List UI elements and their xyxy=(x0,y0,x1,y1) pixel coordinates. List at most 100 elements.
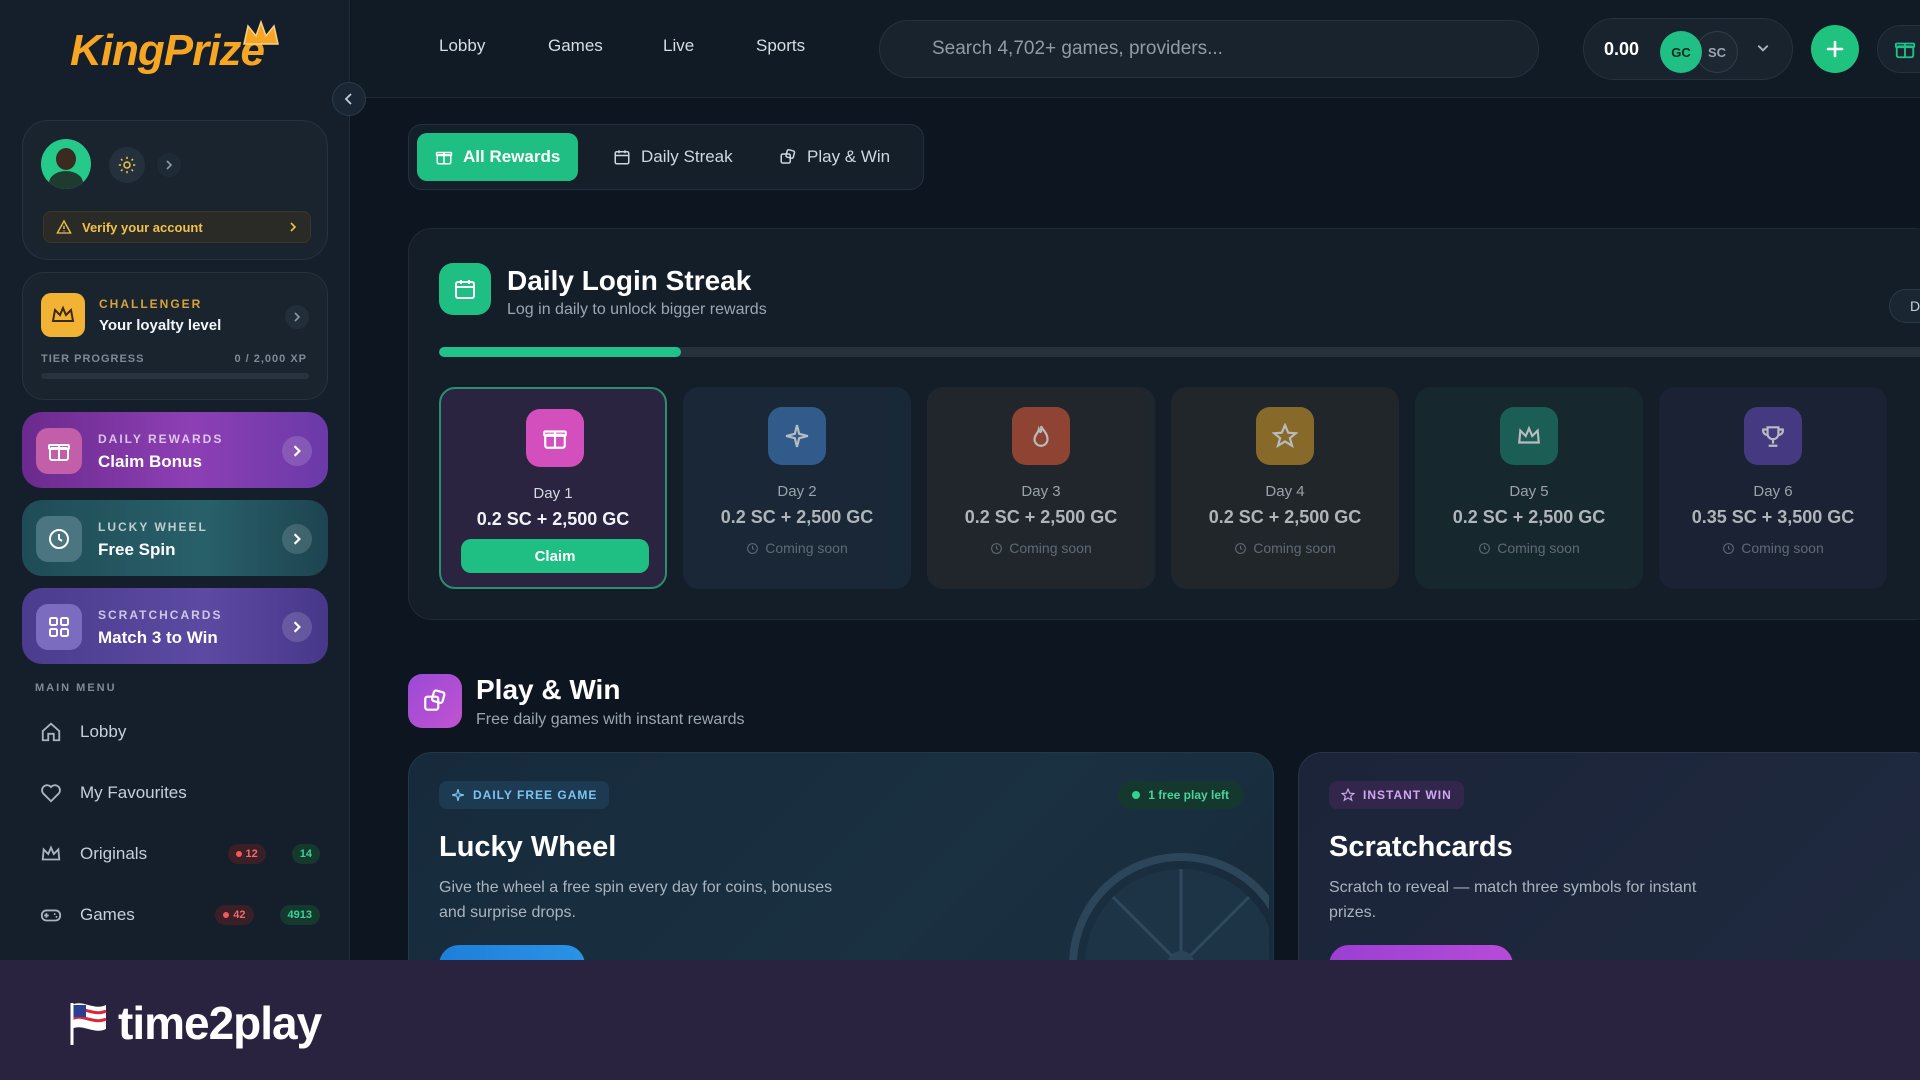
card-tag: DAILY FREE GAME xyxy=(439,781,610,809)
day-label: Day 1 xyxy=(533,485,573,502)
streak-subtitle: Log in daily to unlock bigger rewards xyxy=(507,301,767,318)
streak-day-card[interactable]: Day 5 0.2 SC + 2,500 GC Coming soon xyxy=(1415,387,1643,589)
crown-icon xyxy=(1500,407,1558,465)
loyalty-expand-button[interactable] xyxy=(285,305,309,329)
chevron-left-icon xyxy=(344,93,352,105)
rewards-button[interactable] xyxy=(1877,25,1920,73)
wallet-balance[interactable]: 0.00 SC GC xyxy=(1583,18,1793,80)
deposit-button[interactable] xyxy=(1811,25,1859,73)
sidebar-item-label: Games xyxy=(80,905,135,924)
warning-icon xyxy=(56,219,72,234)
plus-icon xyxy=(1826,40,1844,58)
tab-play-win[interactable]: Play & Win xyxy=(761,133,908,181)
verify-account-banner[interactable]: Verify your account xyxy=(43,211,311,243)
daily-rewards-promo[interactable]: DAILY REWARDS Claim Bonus xyxy=(22,412,328,488)
day-reward: 0.2 SC + 2,500 GC xyxy=(1452,507,1606,527)
coming-soon-label: Coming soon xyxy=(1415,540,1643,556)
gift-icon xyxy=(526,409,584,467)
balance-amount: 0.00 xyxy=(1604,39,1640,59)
nav-sports[interactable]: Sports xyxy=(756,36,805,56)
streak-day-card[interactable]: Day 1 0.2 SC + 2,500 GC Claim xyxy=(439,387,667,589)
home-icon xyxy=(41,722,61,742)
clock-icon xyxy=(1235,542,1247,554)
chevron-down-icon[interactable] xyxy=(1756,41,1770,55)
promo-label: LUCKY WHEEL xyxy=(98,520,208,534)
trophy-icon xyxy=(1744,407,1802,465)
dice-icon xyxy=(780,148,796,164)
search-icon xyxy=(899,40,913,54)
tab-all-rewards[interactable]: All Rewards xyxy=(417,133,579,181)
nav-lobby[interactable]: Lobby xyxy=(439,36,485,56)
streak-day-chip[interactable]: Da xyxy=(1889,289,1920,323)
avatar[interactable] xyxy=(41,139,91,189)
promo-go-button[interactable] xyxy=(282,436,312,466)
day-label: Day 4 xyxy=(1265,483,1305,500)
promo-label: SCRATCHCARDS xyxy=(98,608,223,622)
game-count-badge: 4913 xyxy=(279,905,320,925)
card-description: Give the wheel a free spin every day for… xyxy=(439,879,833,921)
verify-text: Verify your account xyxy=(82,219,203,235)
sidebar-item-originals[interactable]: Originals 12 14 xyxy=(22,831,328,877)
play-win-subtitle: Free daily games with instant rewards xyxy=(476,711,745,728)
loyalty-title: Your loyalty level xyxy=(99,317,222,334)
coming-soon-label: Coming soon xyxy=(1171,540,1399,556)
profile-card: Verify your account xyxy=(22,120,328,260)
nav-games[interactable]: Games xyxy=(548,36,603,56)
profile-expand-button[interactable] xyxy=(157,153,181,177)
clock-icon xyxy=(747,542,759,554)
dice-icon xyxy=(408,674,462,728)
sidebar-item-games[interactable]: Games 42 4913 xyxy=(22,892,328,938)
logo-crown-icon xyxy=(243,19,279,45)
grid-icon xyxy=(36,604,82,650)
calendar-icon xyxy=(439,263,491,315)
coming-soon-label: Coming soon xyxy=(1659,540,1887,556)
gift-icon xyxy=(435,151,453,165)
currency-sc-toggle[interactable]: SC xyxy=(1696,31,1738,73)
search-input[interactable] xyxy=(932,38,1492,60)
streak-day-card[interactable]: Day 2 0.2 SC + 2,500 GC Coming soon xyxy=(683,387,911,589)
sidebar: KingPrize Verify your account CHALLENGER… xyxy=(0,0,350,960)
live-count-badge: 42 xyxy=(215,905,254,925)
clock-icon xyxy=(1723,542,1735,554)
promo-go-button[interactable] xyxy=(282,612,312,642)
lucky-wheel-promo[interactable]: LUCKY WHEEL Free Spin xyxy=(22,500,328,576)
day-reward: 0.35 SC + 3,500 GC xyxy=(1691,507,1855,527)
star-icon xyxy=(1341,788,1355,802)
card-description: Scratch to reveal — match three symbols … xyxy=(1329,879,1697,921)
promo-go-button[interactable] xyxy=(282,524,312,554)
nav-live[interactable]: Live xyxy=(663,36,694,56)
sidebar-item-favourites[interactable]: My Favourites xyxy=(22,770,328,816)
tab-label: Daily Streak xyxy=(641,147,733,166)
streak-progress-fill xyxy=(439,347,681,357)
promo-title: Match 3 to Win xyxy=(98,628,218,647)
chevron-right-icon xyxy=(294,312,301,322)
search-bar[interactable] xyxy=(879,20,1539,78)
site-logo[interactable]: KingPrize xyxy=(70,26,265,76)
chevron-right-icon xyxy=(293,533,301,545)
loyalty-card[interactable]: CHALLENGER Your loyalty level TIER PROGR… xyxy=(22,272,328,400)
streak-day-card[interactable]: Day 3 0.2 SC + 2,500 GC Coming soon xyxy=(927,387,1155,589)
sidebar-item-lobby[interactable]: Lobby xyxy=(22,709,328,755)
sun-icon xyxy=(118,156,136,174)
day-reward: 0.2 SC + 2,500 GC xyxy=(720,507,874,527)
chevron-right-icon xyxy=(290,222,297,232)
sidebar-item-label: My Favourites xyxy=(80,783,187,802)
calendar-icon xyxy=(614,150,630,165)
sidebar-collapse-button[interactable] xyxy=(332,82,366,116)
play-win-title: Play & Win xyxy=(476,674,621,705)
chevron-right-icon xyxy=(293,445,301,457)
streak-day-card[interactable]: Day 4 0.2 SC + 2,500 GC Coming soon xyxy=(1171,387,1399,589)
card-title: Scratchcards xyxy=(1329,831,1513,863)
day-label: Day 2 xyxy=(777,483,817,500)
claim-button[interactable]: Claim xyxy=(461,539,649,573)
day-reward: 0.2 SC + 2,500 GC xyxy=(476,509,630,529)
streak-progress-bar xyxy=(439,347,1920,357)
streak-day-card[interactable]: Day 6 0.35 SC + 3,500 GC Coming soon xyxy=(1659,387,1887,589)
sparkle-icon xyxy=(768,407,826,465)
scratchcards-promo[interactable]: SCRATCHCARDS Match 3 to Win xyxy=(22,588,328,664)
currency-gc-toggle[interactable]: GC xyxy=(1660,31,1702,73)
promo-title: Free Spin xyxy=(98,540,176,559)
tab-daily-streak[interactable]: Daily Streak xyxy=(595,133,751,181)
theme-toggle-button[interactable] xyxy=(109,147,145,183)
clock-icon xyxy=(1479,542,1491,554)
